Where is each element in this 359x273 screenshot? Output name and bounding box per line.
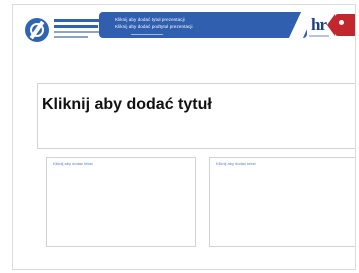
left-content-text: Kliknij aby dodać tekst bbox=[53, 161, 93, 166]
left-content-placeholder[interactable]: Kliknij aby dodać tekst bbox=[46, 157, 196, 247]
banner-text: Kliknij aby dodać tytuł prezentacji Klik… bbox=[115, 16, 193, 35]
slide: Kliknij aby dodać tytuł prezentacji Klik… bbox=[12, 4, 356, 270]
title-text: Kliknij aby dodać tytuł bbox=[42, 96, 212, 113]
red-tab-icon bbox=[327, 14, 355, 36]
banner-line-2: Kliknij aby dodać podtytuł prezentacji bbox=[115, 24, 193, 29]
hr-logo: hr bbox=[311, 15, 327, 34]
logo-icon bbox=[25, 18, 49, 42]
hr-logo-underline bbox=[309, 35, 329, 37]
header-banner: Kliknij aby dodać tytuł prezentacji Klik… bbox=[99, 12, 307, 38]
right-content-placeholder[interactable]: Kliknij aby dodać tekst bbox=[209, 157, 355, 247]
title-placeholder[interactable]: Kliknij aby dodać tytuł bbox=[37, 83, 355, 149]
right-content-text: Kliknij aby dodać tekst bbox=[216, 161, 256, 166]
banner-line-1: Kliknij aby dodać tytuł prezentacji bbox=[115, 17, 185, 22]
